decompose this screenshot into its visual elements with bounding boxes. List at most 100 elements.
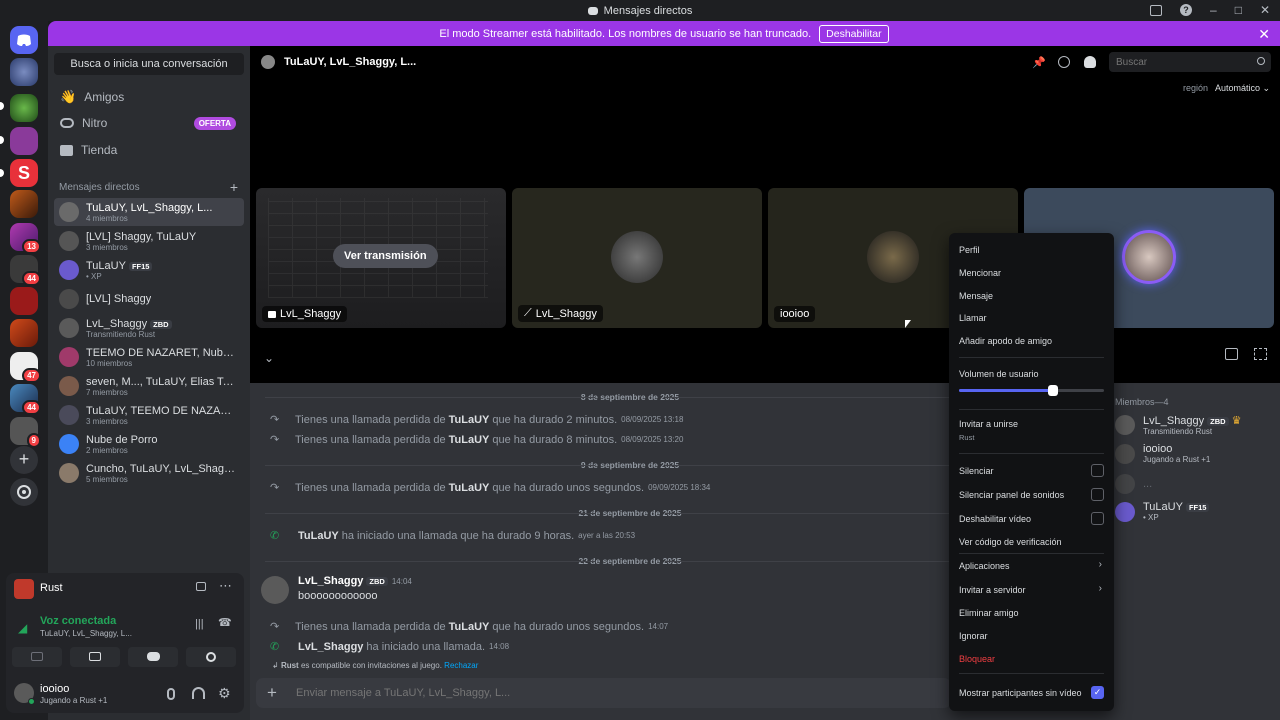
disconnect-icon[interactable]: ☎: [218, 616, 232, 629]
menu-ignore[interactable]: Ignorar: [959, 631, 988, 641]
menu-mute-soundboard[interactable]: Silenciar panel de sonidos: [959, 490, 1064, 500]
attach-plus-icon[interactable]: +: [267, 683, 277, 703]
voice-channel[interactable]: TuLaUY, LvL_Shaggy, L...: [40, 629, 132, 638]
server-icon[interactable]: [10, 319, 38, 347]
server-icon[interactable]: [10, 190, 38, 218]
activity-invite-icon[interactable]: [196, 582, 206, 591]
fullscreen-icon[interactable]: [1254, 348, 1267, 360]
menu-show-no-video[interactable]: Mostrar participantes sin vídeo: [959, 688, 1082, 698]
explore-servers-button[interactable]: [10, 478, 38, 506]
username[interactable]: TuLaUY: [449, 482, 490, 494]
dm-item[interactable]: [LVL] Shaggy: [54, 285, 244, 313]
headphones-icon[interactable]: [192, 687, 205, 699]
dm-item[interactable]: LvL_Shaggy ZBD Transmitiendo Rust: [54, 314, 244, 342]
member-item[interactable]: iooioo Jugando a Rust +1: [1115, 443, 1210, 464]
pin-icon[interactable]: 📌: [1032, 56, 1046, 69]
server-icon[interactable]: 47: [10, 352, 41, 383]
watch-stream-button[interactable]: Ver transmisión: [333, 244, 438, 268]
server-icon[interactable]: 13: [10, 223, 41, 254]
menu-block[interactable]: Bloquear: [959, 654, 995, 664]
dm-item[interactable]: TEEMO DE NAZARET, Nube d... 10 miembros: [54, 343, 244, 371]
dm-item[interactable]: Nube de Porro 2 miembros: [54, 430, 244, 458]
menu-invite-join[interactable]: Invitar a unirse: [959, 419, 1018, 429]
server-icon[interactable]: [10, 94, 38, 122]
server-icon[interactable]: 44: [10, 384, 41, 415]
menu-remove-friend[interactable]: Eliminar amigo: [959, 608, 1019, 618]
camera-button[interactable]: [12, 647, 62, 667]
minimize-icon[interactable]: –: [1210, 3, 1217, 17]
home-button[interactable]: [10, 26, 38, 54]
search-input[interactable]: [1109, 52, 1239, 72]
username[interactable]: TuLaUY: [449, 434, 490, 446]
activities-button[interactable]: [128, 647, 178, 667]
close-banner-icon[interactable]: ✕: [1258, 26, 1270, 43]
show-no-video-checkbox[interactable]: ✓: [1091, 686, 1104, 699]
close-window-icon[interactable]: ✕: [1260, 3, 1270, 17]
volume-slider[interactable]: [959, 385, 1104, 396]
menu-call[interactable]: Llamar: [959, 313, 987, 323]
menu-profile[interactable]: Perfil: [959, 245, 980, 255]
create-dm-icon[interactable]: +: [230, 179, 238, 195]
menu-mention[interactable]: Mencionar: [959, 268, 1001, 278]
menu-add-nickname[interactable]: Añadir apodo de amigo: [959, 336, 1052, 346]
dm-item[interactable]: TuLaUY, LvL_Shaggy, L... 4 miembros: [54, 198, 244, 226]
video-tile[interactable]: ⟋ LvL_Shaggy: [512, 188, 762, 328]
more-icon[interactable]: ⋯: [219, 578, 232, 594]
screen-share-button[interactable]: [70, 647, 120, 667]
avatar[interactable]: [261, 576, 289, 604]
menu-disable-video[interactable]: Deshabilitar vídeo: [959, 514, 1031, 524]
voice-status[interactable]: Voz conectada: [40, 615, 116, 627]
collapse-chevron-icon[interactable]: ⌄: [264, 351, 274, 365]
add-friends-icon[interactable]: [1058, 56, 1070, 68]
server-icon[interactable]: 44: [10, 255, 41, 286]
menu-verification-code[interactable]: Ver código de verificación: [959, 537, 1062, 547]
noise-suppression-icon[interactable]: |||: [195, 618, 204, 630]
soundboard-button[interactable]: [186, 647, 236, 667]
help-icon[interactable]: ?: [1180, 4, 1192, 16]
username[interactable]: LvL_Shaggy: [298, 641, 363, 653]
disable-video-checkbox[interactable]: [1091, 512, 1104, 525]
member-item[interactable]: ...: [1115, 474, 1152, 494]
decline-link[interactable]: Rechazar: [444, 661, 478, 670]
dm-item[interactable]: seven, M..., TuLaUY, Elias Tom... 7 miemb…: [54, 372, 244, 400]
member-item[interactable]: TuLaUY FF15 • XP: [1115, 501, 1210, 522]
volume-knob[interactable]: [1048, 385, 1059, 396]
nav-nitro[interactable]: Nitro OFERTA: [54, 111, 244, 135]
username[interactable]: TuLaUY: [449, 621, 490, 633]
menu-mute[interactable]: Silenciar: [959, 466, 994, 476]
menu-invite-server[interactable]: Invitar a servidor: [959, 585, 1026, 595]
username[interactable]: LvL_Shaggy: [298, 575, 363, 587]
dm-item[interactable]: TuLaUY FF15 • XP: [54, 256, 244, 284]
menu-message[interactable]: Mensaje: [959, 291, 993, 301]
add-server-button[interactable]: +: [10, 446, 38, 474]
settings-gear-icon[interactable]: ⚙: [218, 685, 231, 702]
region-select[interactable]: Automático ⌄: [1215, 83, 1270, 94]
dm-item[interactable]: [LVL] Shaggy, TuLaUY 3 miembros: [54, 227, 244, 255]
stream-tile[interactable]: Ver transmisión LvL_Shaggy: [256, 188, 506, 328]
disable-streamer-button[interactable]: Deshabilitar: [819, 24, 889, 43]
member-list-icon[interactable]: [1084, 56, 1096, 68]
maximize-icon[interactable]: □: [1235, 3, 1242, 17]
search-box[interactable]: [1109, 52, 1271, 72]
mute-checkbox[interactable]: [1091, 464, 1104, 477]
nav-friends[interactable]: 👋 Amigos: [54, 85, 244, 109]
username[interactable]: TuLaUY: [298, 530, 339, 542]
popout-icon[interactable]: [1225, 348, 1238, 360]
dm-item[interactable]: TuLaUY, TEEMO DE NAZARET 3 miembros: [54, 401, 244, 429]
dm-item[interactable]: Cuncho, TuLaUY, LvL_Shaggy,... 5 miembros: [54, 459, 244, 487]
server-icon[interactable]: [10, 287, 38, 315]
server-icon[interactable]: [10, 127, 38, 155]
mute-soundboard-checkbox[interactable]: [1091, 488, 1104, 501]
server-icon[interactable]: 9: [10, 417, 41, 448]
microphone-icon[interactable]: [167, 688, 175, 700]
find-conversation-button[interactable]: Busca o inicia una conversación: [54, 53, 244, 75]
nav-shop[interactable]: Tienda: [54, 138, 244, 162]
inbox-icon[interactable]: [1150, 4, 1162, 16]
member-item[interactable]: LvL_Shaggy ZBD ♛ Transmitiendo Rust: [1115, 414, 1242, 436]
server-icon[interactable]: S: [10, 159, 38, 187]
menu-apps[interactable]: Aplicaciones: [959, 561, 1010, 571]
username[interactable]: TuLaUY: [449, 414, 490, 426]
message-input[interactable]: [296, 683, 896, 703]
user-name[interactable]: iooioo: [40, 683, 69, 695]
server-icon[interactable]: [10, 58, 38, 86]
